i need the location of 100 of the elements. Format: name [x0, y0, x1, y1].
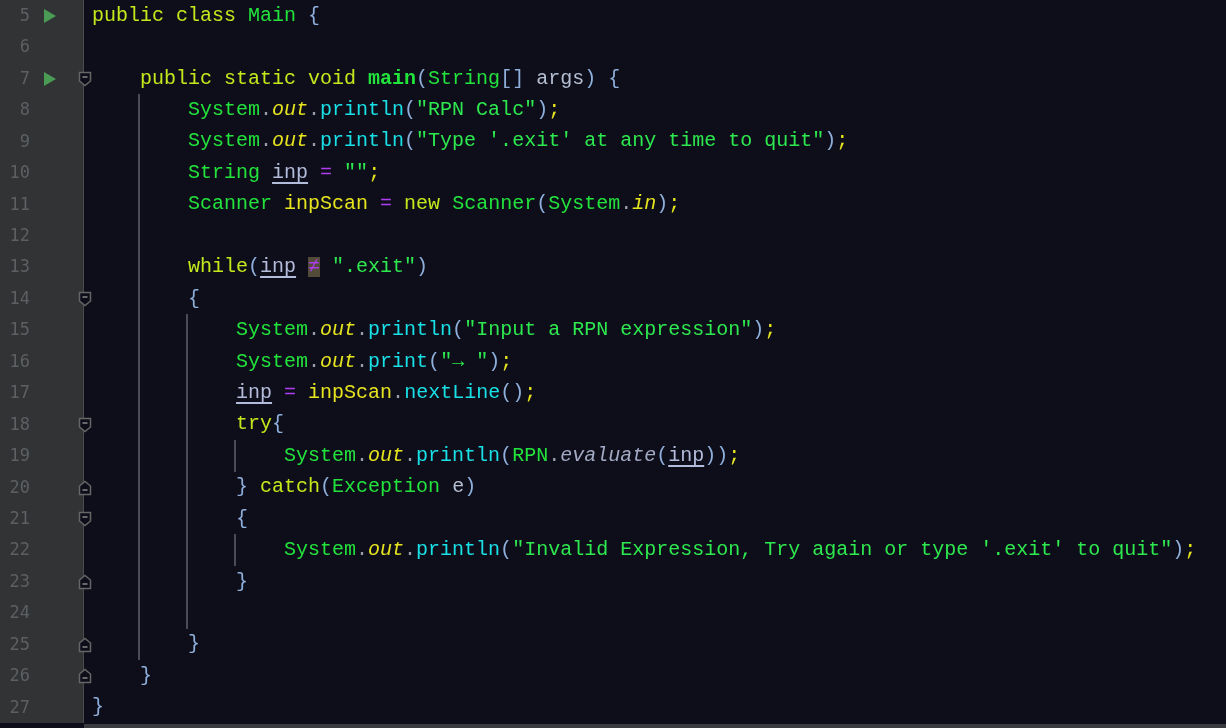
run-icon[interactable]	[44, 71, 56, 86]
dot: .	[308, 100, 321, 121]
variable-name: inp	[260, 257, 297, 278]
semicolon: ;	[548, 100, 561, 121]
punctuation: {	[308, 5, 321, 26]
punctuation: )	[416, 257, 429, 278]
punctuation: (	[416, 68, 429, 89]
punctuation: }	[236, 571, 249, 592]
punctuation: (	[536, 194, 549, 215]
punctuation: )	[656, 194, 669, 215]
punctuation: (	[500, 445, 513, 466]
variable-name: inpScan	[308, 382, 393, 403]
punctuation: )	[824, 131, 837, 152]
punctuation: {	[188, 288, 201, 309]
semicolon: ;	[668, 194, 681, 215]
fold-icon[interactable]	[78, 511, 92, 527]
field-name: out	[272, 100, 309, 121]
punctuation: (	[452, 320, 465, 341]
keyword: while	[188, 257, 249, 278]
type-name: System	[548, 194, 621, 215]
dot: .	[260, 100, 273, 121]
unfold-icon[interactable]	[78, 668, 92, 685]
unfold-icon[interactable]	[78, 636, 92, 653]
field-name: out	[272, 131, 309, 152]
dot: .	[404, 445, 417, 466]
horizontal-scrollbar[interactable]	[84, 724, 1226, 728]
punctuation: )	[1172, 540, 1185, 561]
dot: .	[260, 131, 273, 152]
string-literal: "→ "	[440, 351, 489, 372]
type-name: String	[428, 68, 501, 89]
punctuation: )	[488, 351, 501, 372]
field-name: out	[320, 320, 357, 341]
dot: .	[620, 194, 633, 215]
fold-icon[interactable]	[78, 70, 92, 87]
semicolon: ;	[764, 320, 777, 341]
punctuation: }	[140, 665, 153, 686]
keyword: catch	[260, 477, 321, 498]
punctuation: }	[92, 697, 104, 718]
run-icon[interactable]	[44, 8, 56, 23]
operator: =	[320, 162, 333, 183]
method-name: nextLine	[404, 382, 501, 403]
punctuation: )	[464, 477, 477, 498]
semicolon: ;	[728, 445, 741, 466]
dot: .	[356, 540, 369, 561]
variable-name: inpScan	[284, 194, 369, 215]
parameter-name: args	[536, 68, 585, 89]
type-name: RPN	[512, 445, 549, 466]
dot: .	[356, 445, 369, 466]
string-literal: "Invalid Expression, Try again or type '.exit' to quit"	[512, 540, 1173, 561]
string-literal: "RPN Calc"	[416, 100, 537, 121]
field-name: in	[632, 194, 657, 215]
operator: ≠	[308, 257, 321, 278]
semicolon: ;	[1184, 540, 1197, 561]
operator: =	[380, 194, 393, 215]
variable-name: inp	[236, 382, 273, 403]
punctuation: {	[272, 414, 285, 435]
punctuation: (	[428, 351, 441, 372]
fold-icon[interactable]	[78, 290, 92, 307]
dot: .	[308, 320, 321, 341]
keyword: new	[404, 194, 441, 215]
method-name: println	[368, 320, 453, 341]
punctuation: (	[320, 477, 333, 498]
dot: .	[404, 540, 417, 561]
method-name: print	[368, 351, 429, 372]
punctuation: {	[236, 508, 249, 529]
field-name: out	[320, 351, 357, 372]
operator: =	[284, 382, 297, 403]
type-name: System	[236, 320, 309, 341]
punctuation: (	[500, 540, 513, 561]
variable-name: inp	[668, 445, 705, 466]
punctuation: []	[500, 68, 525, 89]
dot: .	[392, 382, 405, 403]
string-literal: "Type '.exit' at any time to quit"	[416, 131, 825, 152]
punctuation: ()	[500, 382, 525, 403]
semicolon: ;	[836, 131, 849, 152]
punctuation: (	[404, 131, 417, 152]
parameter-name: e	[452, 477, 465, 498]
method-name: evaluate	[560, 445, 657, 466]
method-name: println	[320, 100, 405, 121]
keyword: try	[236, 414, 273, 435]
dot: .	[356, 351, 369, 372]
keyword: public static void	[140, 68, 357, 89]
type-name: System	[284, 445, 357, 466]
type-name: System	[188, 100, 261, 121]
method-name: println	[320, 131, 405, 152]
punctuation: }	[236, 477, 249, 498]
type-name: String	[188, 162, 261, 183]
method-name: println	[416, 445, 501, 466]
punctuation: (	[404, 100, 417, 121]
fold-icon[interactable]	[78, 416, 92, 433]
type-name: Main	[248, 5, 297, 26]
dot: .	[308, 131, 321, 152]
punctuation: ))	[704, 445, 729, 466]
dot: .	[548, 445, 561, 466]
type-name: Scanner	[188, 194, 273, 215]
dot: .	[356, 320, 369, 341]
unfold-icon[interactable]	[78, 479, 92, 496]
punctuation: (	[656, 445, 669, 466]
method-name: println	[416, 540, 501, 561]
unfold-icon[interactable]	[78, 573, 92, 590]
